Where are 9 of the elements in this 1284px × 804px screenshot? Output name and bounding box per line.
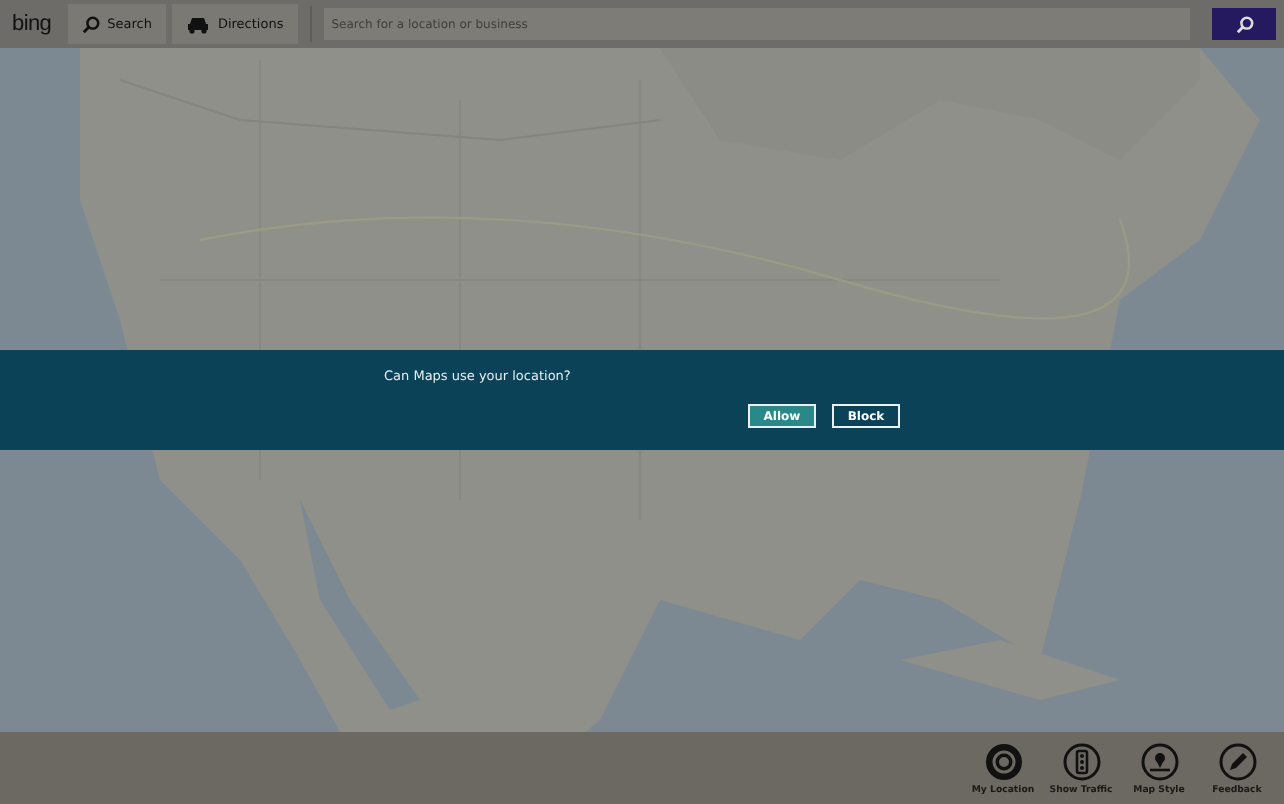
traffic-light-icon: [1061, 741, 1101, 781]
car-icon: [185, 15, 210, 33]
search-button[interactable]: [1212, 8, 1276, 40]
target-icon: [983, 741, 1023, 781]
bing-logo: bing: [10, 12, 54, 36]
search-icon: [1235, 15, 1253, 33]
pencil-icon: [1217, 741, 1257, 781]
map-pin-icon: [1139, 741, 1179, 781]
search-icon: [81, 15, 100, 33]
